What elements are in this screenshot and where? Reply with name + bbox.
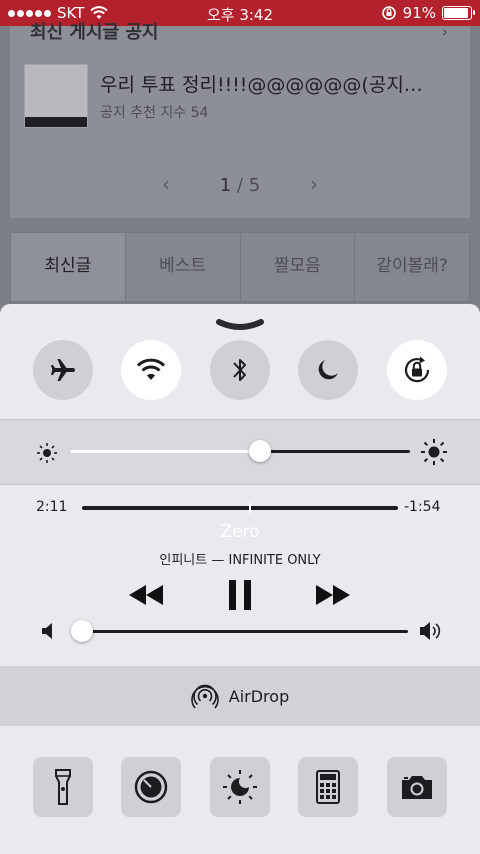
airplane-icon — [51, 359, 75, 381]
moon-icon — [318, 360, 338, 380]
pager: ‹ 1 / 5 › — [10, 172, 470, 196]
airdrop-button[interactable]: AirDrop — [0, 666, 480, 726]
volume-max-icon — [420, 622, 441, 640]
pause-button[interactable] — [220, 578, 260, 612]
pager-separator: / — [236, 175, 244, 196]
fast-forward-button[interactable] — [313, 578, 353, 612]
artist-album: 인피니트 — INFINITE ONLY — [159, 553, 321, 568]
calculator-icon — [316, 770, 340, 804]
playback-position-marker[interactable] — [249, 503, 252, 513]
shortcut-row — [0, 727, 480, 854]
calculator-button[interactable] — [298, 757, 358, 817]
volume-min-icon — [42, 623, 52, 639]
playback-scrubber[interactable] — [82, 503, 398, 513]
camera-icon — [402, 776, 432, 799]
toggle-row — [0, 340, 480, 410]
camera-button[interactable] — [387, 757, 447, 817]
pager-prev: ‹ — [162, 172, 171, 196]
timer-icon — [134, 770, 168, 804]
tab-latest: 최신글 — [11, 233, 126, 301]
rotation-lock-icon — [404, 356, 430, 383]
post-title: 우리 투표 정리!!!!@@@@@@(공지… — [100, 74, 423, 96]
flashlight-icon — [55, 769, 71, 805]
flashlight-button[interactable] — [33, 757, 93, 817]
section-title: 최신 게시글 공지 — [30, 22, 159, 43]
battery-group: 91% — [381, 4, 475, 22]
rewind-button[interactable] — [126, 578, 166, 612]
orientation-lock-status-icon — [381, 6, 396, 20]
timer-button[interactable] — [121, 757, 181, 817]
airplane-mode-toggle[interactable] — [33, 340, 93, 400]
night-shift-button[interactable] — [210, 757, 270, 817]
bluetooth-toggle[interactable] — [210, 340, 270, 400]
wifi-icon — [136, 358, 166, 380]
fast-forward-icon — [316, 585, 350, 605]
battery-percent: 91% — [402, 4, 436, 22]
brightness-low-icon — [37, 443, 57, 463]
post-thumbnail — [24, 64, 88, 128]
elapsed-time: 2:11 — [36, 499, 68, 515]
do-not-disturb-toggle[interactable] — [298, 340, 358, 400]
pager-total: 5 — [248, 175, 261, 196]
volume-slider[interactable] — [82, 630, 408, 633]
airdrop-icon — [190, 684, 219, 709]
background-app: 최신 게시글 공지 › 우리 투표 정리!!!!@@@@@@(공지… 공지 추천… — [0, 22, 480, 316]
battery-icon — [442, 6, 475, 20]
bluetooth-icon — [233, 359, 246, 381]
brightness-slider[interactable] — [70, 450, 410, 453]
pager-next: › — [309, 172, 318, 196]
brightness-slider-fill — [70, 450, 261, 453]
board-tabs: 최신글 베스트 짤모음 같이볼래? — [10, 232, 470, 302]
brightness-row — [0, 420, 480, 484]
control-center: 2:11 -1:54 Zero 인피니트 — INFINITE ONLY Air… — [0, 304, 480, 854]
brightness-high-icon — [421, 439, 447, 465]
song-title: Zero — [220, 522, 260, 542]
night-shift-icon — [223, 770, 257, 804]
rewind-icon — [129, 585, 163, 605]
grabber-chevron-icon[interactable] — [216, 318, 264, 332]
pager-current: 1 — [219, 175, 232, 196]
post-subtitle: 공지 추천 지수 54 — [100, 105, 209, 121]
airdrop-label: AirDrop — [228, 686, 290, 706]
volume-slider-thumb[interactable] — [71, 620, 93, 642]
pause-icon — [229, 580, 251, 610]
rotation-lock-toggle[interactable] — [387, 340, 447, 400]
battery-level-fill — [444, 8, 468, 18]
section-more-arrow: › — [441, 22, 448, 41]
remaining-time: -1:54 — [404, 499, 441, 515]
tab-images: 짤모음 — [241, 233, 356, 301]
brightness-slider-thumb[interactable] — [249, 440, 272, 462]
wifi-toggle[interactable] — [121, 340, 181, 400]
notice-card: 최신 게시글 공지 › 우리 투표 정리!!!!@@@@@@(공지… 공지 추천… — [10, 22, 470, 218]
tab-watch-together: 같이볼래? — [376, 256, 448, 276]
tab-best: 베스트 — [126, 233, 241, 301]
